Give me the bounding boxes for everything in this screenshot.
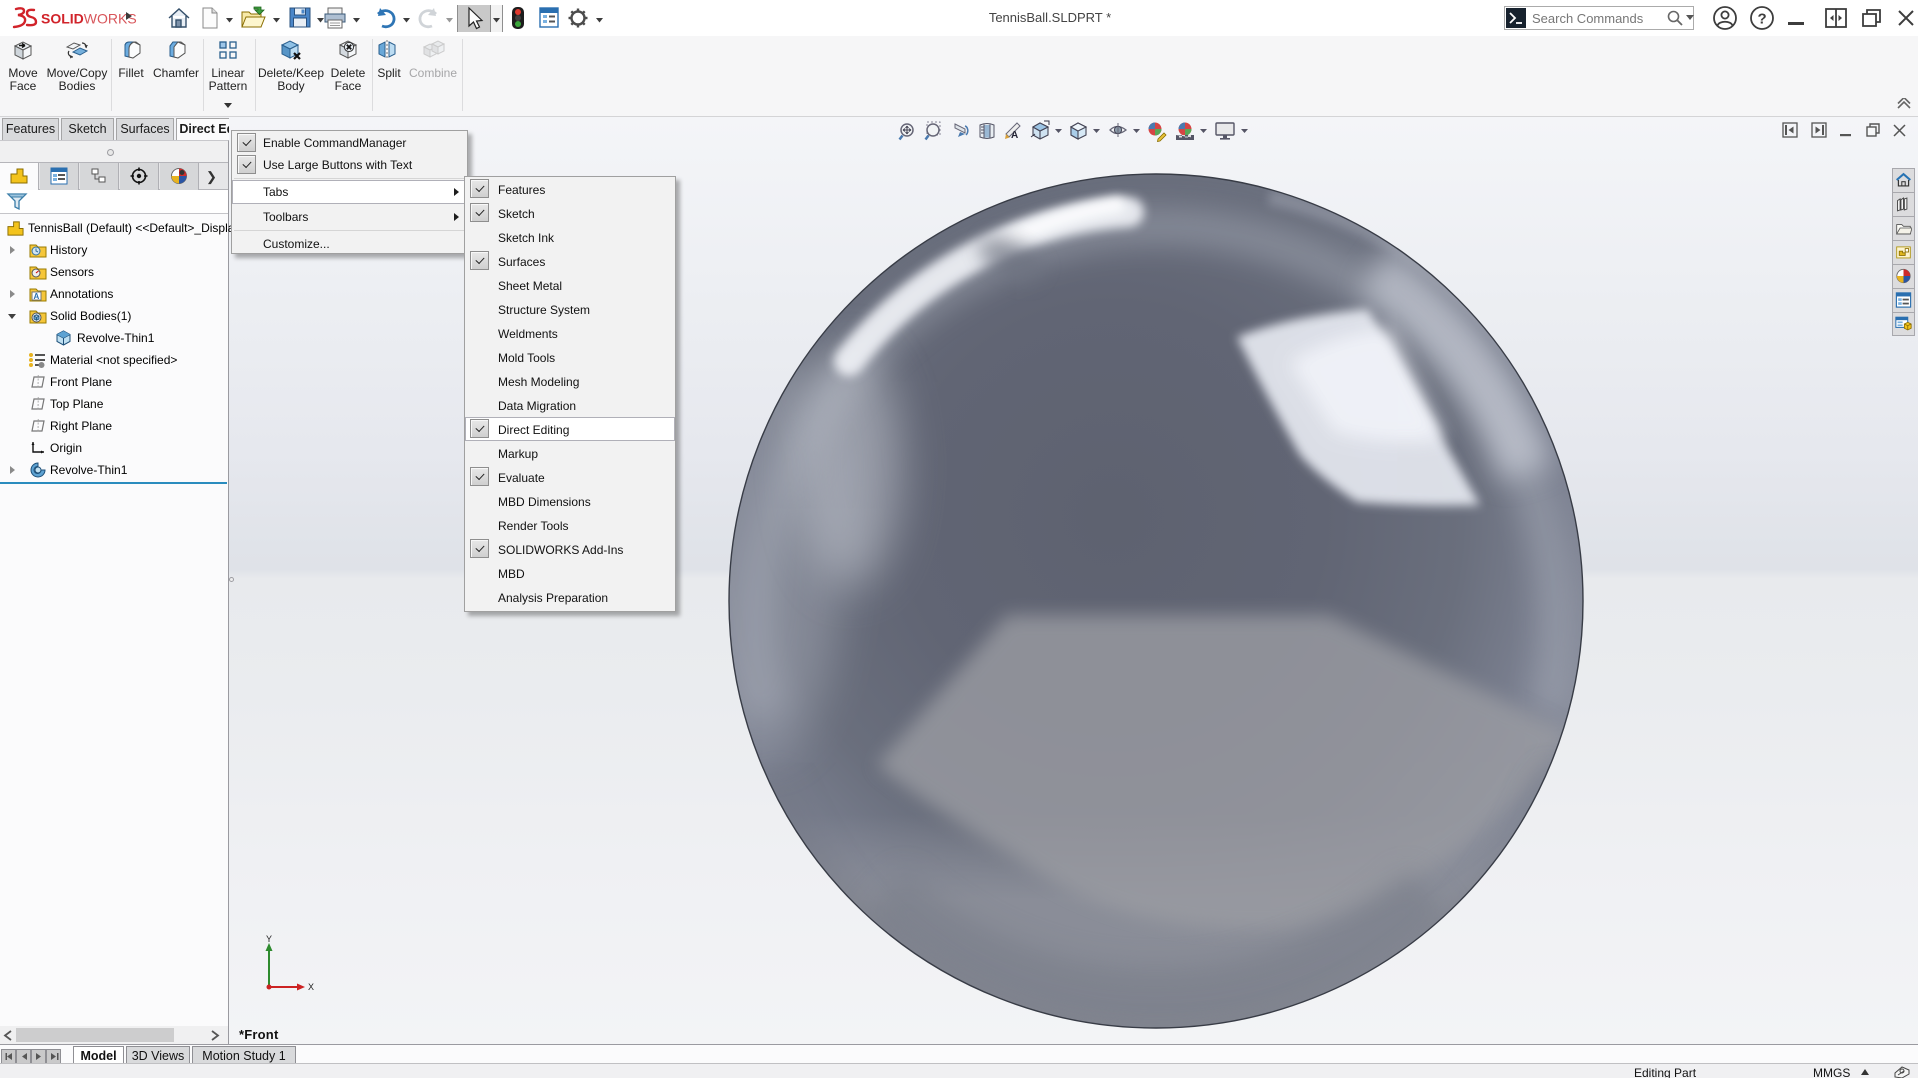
- svg-text:Y: Y: [266, 935, 272, 944]
- svg-text:SOLIDWORKS: SOLIDWORKS: [41, 11, 137, 27]
- svg-text:A: A: [1011, 130, 1018, 141]
- svg-text:A: A: [34, 292, 40, 301]
- svg-text:X: X: [308, 982, 314, 992]
- svg-text:?: ?: [1758, 11, 1767, 28]
